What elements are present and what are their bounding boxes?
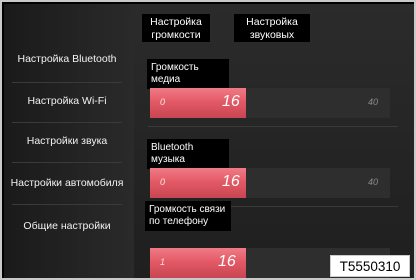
slider-max: 40: [367, 97, 378, 107]
slider-max: 40: [367, 177, 378, 187]
sidebar-item-label: Настройка Bluetooth: [17, 52, 117, 65]
tab-volume[interactable]: Настройка громкости: [142, 14, 210, 42]
divider: [12, 82, 122, 83]
sidebar-item-label: Общие настройки: [23, 219, 111, 232]
media-volume-slider[interactable]: 0 16 40: [150, 88, 390, 118]
divider: [148, 126, 398, 127]
tab-label: Настройка громкости: [150, 16, 202, 41]
phone-volume-label: Громкость связи по телефону: [145, 201, 231, 231]
bluetooth-music-slider[interactable]: 0 16 40: [150, 168, 390, 198]
sidebar-item-label: Настройки звука: [26, 134, 108, 147]
slider-value: 16: [222, 173, 240, 190]
sidebar-item-general[interactable]: Общие настройки: [4, 210, 130, 242]
bluetooth-music-label: Bluetooth музыка: [147, 139, 229, 169]
tab-sound-settings[interactable]: Настройка звуковых: [234, 14, 310, 42]
slider-value: 16: [218, 253, 236, 270]
tab-label: Настройка звуковых: [246, 16, 298, 41]
divider: [12, 204, 122, 205]
sidebar: Настройка Bluetooth Настройка Wi-Fi Наст…: [4, 4, 134, 278]
slider-min: 0: [160, 177, 166, 187]
media-volume-label: Громкость медиа: [147, 59, 229, 89]
sidebar-item-label: Настройка Wi-Fi: [27, 94, 107, 107]
sidebar-item-label: Настройки автомобиля: [10, 176, 124, 189]
divider: [12, 122, 122, 123]
sidebar-item-vehicle[interactable]: Настройки автомобиля: [4, 168, 130, 198]
sidebar-item-wifi[interactable]: Настройка Wi-Fi: [4, 90, 130, 112]
sidebar-item-sound[interactable]: Настройки звука: [4, 130, 130, 152]
screen: Настройка Bluetooth Настройка Wi-Fi Наст…: [0, 0, 416, 280]
slider-value: 16: [222, 93, 240, 110]
divider: [12, 162, 122, 163]
slider-min: 0: [160, 97, 166, 107]
slider-min: 1: [160, 257, 166, 267]
sidebar-item-bluetooth[interactable]: Настройка Bluetooth: [4, 44, 130, 74]
figure-code: T5550310: [330, 255, 410, 277]
